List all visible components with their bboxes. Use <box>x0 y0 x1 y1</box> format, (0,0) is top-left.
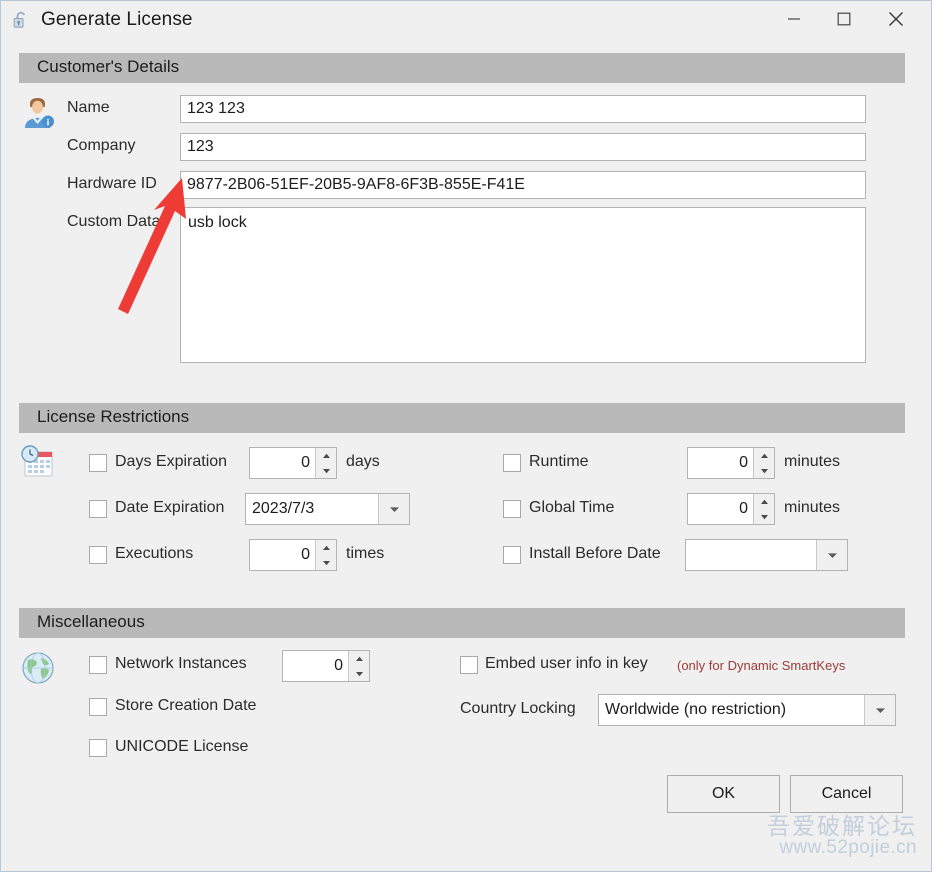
minimize-button[interactable] <box>771 1 817 37</box>
name-input[interactable]: 123 123 <box>180 95 866 123</box>
days-expiration-decrement[interactable] <box>316 463 336 478</box>
store-creation-date-checkbox[interactable] <box>89 698 107 716</box>
network-instances-spinner[interactable]: 0 <box>282 650 370 682</box>
country-locking-label: Country Locking <box>460 700 576 717</box>
generate-license-dialog: Generate License Customer's Details Name… <box>0 0 932 872</box>
company-label: Company <box>67 137 136 154</box>
executions-unit: times <box>346 545 385 562</box>
title-bar: Generate License <box>1 1 931 39</box>
executions-increment[interactable] <box>316 540 336 555</box>
unicode-license-checkbox[interactable] <box>89 739 107 757</box>
global-time-increment[interactable] <box>754 494 774 509</box>
customer-details-title: Customer's Details <box>37 57 180 76</box>
miscellaneous-title: Miscellaneous <box>37 612 145 631</box>
global-time-value[interactable]: 0 <box>688 494 753 524</box>
install-before-date-label: Install Before Date <box>529 545 661 562</box>
maximize-button[interactable] <box>821 1 867 37</box>
days-expiration-label: Days Expiration <box>115 453 228 470</box>
global-time-unit: minutes <box>784 499 841 516</box>
days-expiration-unit: days <box>346 453 380 470</box>
runtime-decrement[interactable] <box>754 463 774 478</box>
global-time-checkbox[interactable] <box>503 500 521 518</box>
global-time-label: Global Time <box>529 499 615 516</box>
name-label: Name <box>67 99 110 116</box>
network-instances-value[interactable]: 0 <box>283 651 348 681</box>
hardware-id-label: Hardware ID <box>67 175 157 192</box>
embed-user-info-label: Embed user info in key <box>485 655 648 672</box>
user-avatar-icon <box>19 92 57 130</box>
license-restrictions-header: License Restrictions <box>19 403 905 433</box>
country-locking-combo[interactable]: Worldwide (no restriction) <box>598 694 896 726</box>
padlock-icon <box>10 9 32 31</box>
watermark: 吾爱破解论坛 www.52pojie.cn <box>767 814 917 859</box>
chevron-down-icon[interactable] <box>864 695 895 725</box>
runtime-label: Runtime <box>529 453 589 470</box>
custom-data-label: Custom Data <box>67 213 161 230</box>
date-expiration-combo[interactable]: 2023/7/3 <box>245 493 410 525</box>
miscellaneous-header: Miscellaneous <box>19 608 905 638</box>
company-input[interactable]: 123 <box>180 133 866 161</box>
runtime-unit: minutes <box>784 453 841 470</box>
globe-icon <box>19 649 57 687</box>
embed-user-info-checkbox[interactable] <box>460 656 478 674</box>
watermark-url: www.52pojie.cn <box>779 837 917 859</box>
runtime-spinner[interactable]: 0 <box>687 447 775 479</box>
days-expiration-value[interactable]: 0 <box>250 448 315 478</box>
executions-label: Executions <box>115 545 194 562</box>
executions-spinner[interactable]: 0 <box>249 539 337 571</box>
network-instances-decrement[interactable] <box>349 666 369 681</box>
license-restrictions-title: License Restrictions <box>37 407 190 426</box>
embed-user-info-note: (only for Dynamic SmartKeys <box>677 658 846 673</box>
runtime-checkbox[interactable] <box>503 454 521 472</box>
cancel-button[interactable]: Cancel <box>790 775 903 813</box>
install-before-date-combo[interactable] <box>685 539 848 571</box>
executions-checkbox[interactable] <box>89 546 107 564</box>
custom-data-input[interactable]: usb lock <box>180 207 866 363</box>
window-title: Generate License <box>41 9 193 30</box>
unicode-license-label: UNICODE License <box>115 738 249 755</box>
date-expiration-value[interactable]: 2023/7/3 <box>246 494 378 524</box>
executions-decrement[interactable] <box>316 555 336 570</box>
runtime-value[interactable]: 0 <box>688 448 753 478</box>
days-expiration-spinner[interactable]: 0 <box>249 447 337 479</box>
network-instances-checkbox[interactable] <box>89 656 107 674</box>
customer-details-header: Customer's Details <box>19 53 905 83</box>
date-expiration-checkbox[interactable] <box>89 500 107 518</box>
calendar-clock-icon <box>19 444 57 482</box>
global-time-decrement[interactable] <box>754 509 774 524</box>
hardware-id-input[interactable]: 9877-2B06-51EF-20B5-9AF8-6F3B-855E-F41E <box>180 171 866 199</box>
chevron-down-icon[interactable] <box>816 540 847 570</box>
global-time-spinner[interactable]: 0 <box>687 493 775 525</box>
executions-value[interactable]: 0 <box>250 540 315 570</box>
network-instances-label: Network Instances <box>115 655 247 672</box>
days-expiration-increment[interactable] <box>316 448 336 463</box>
country-locking-value[interactable]: Worldwide (no restriction) <box>599 695 864 725</box>
date-expiration-label: Date Expiration <box>115 499 225 516</box>
ok-button[interactable]: OK <box>667 775 780 813</box>
store-creation-date-label: Store Creation Date <box>115 697 257 714</box>
days-expiration-checkbox[interactable] <box>89 454 107 472</box>
install-before-date-checkbox[interactable] <box>503 546 521 564</box>
close-button[interactable] <box>873 1 919 37</box>
install-before-date-value[interactable] <box>686 540 816 570</box>
chevron-down-icon[interactable] <box>378 494 409 524</box>
watermark-text-cn: 吾爱破解论坛 <box>767 812 917 839</box>
runtime-increment[interactable] <box>754 448 774 463</box>
network-instances-increment[interactable] <box>349 651 369 666</box>
